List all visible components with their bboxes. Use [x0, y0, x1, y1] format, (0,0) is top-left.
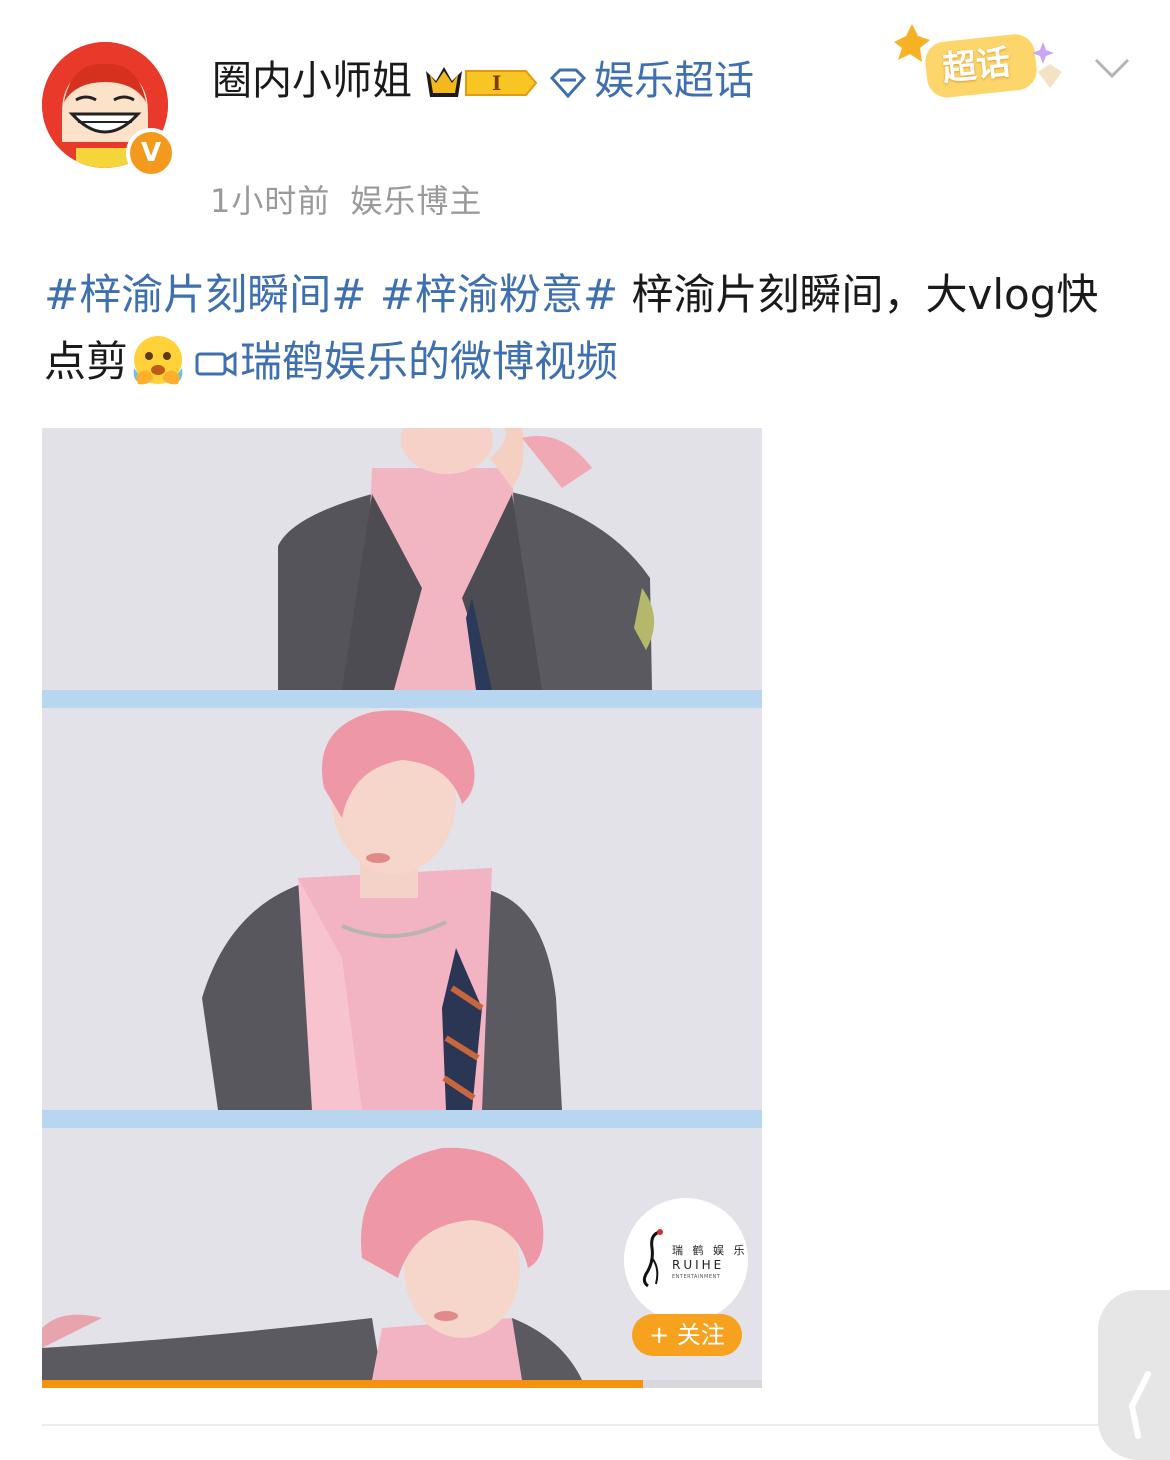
watermark-cn: 瑞 鹤 娱 乐: [672, 1244, 748, 1257]
video-link[interactable]: 瑞鹤娱乐的微博视频: [240, 337, 618, 386]
video-frame-2: [42, 708, 762, 1110]
author-role: 娱乐博主: [350, 182, 483, 220]
crying-emoji-icon: [128, 328, 188, 388]
post-body: #梓渝片刻瞬间# #梓渝粉意# 梓渝片刻瞬间，大vlog快点剪 瑞鹤娱乐的微博视…: [44, 262, 1104, 395]
level-badge-text: I: [492, 71, 501, 95]
frame-divider: [42, 1110, 762, 1128]
ruihe-watermark: 瑞 鹤 娱 乐 RUIHE ENTERTAINMENT: [624, 1198, 748, 1322]
super-topic-link[interactable]: 娱乐超话: [594, 58, 754, 104]
post-time: 1小时前: [210, 182, 331, 220]
post-meta: 1小时前 娱乐博主: [210, 176, 482, 222]
follow-button[interactable]: + 关注: [632, 1314, 742, 1356]
video-player[interactable]: 瑞 鹤 娱 乐 RUIHE ENTERTAINMENT + 关注: [42, 428, 762, 1388]
watermark-sub: ENTERTAINMENT: [672, 1274, 721, 1280]
crown-icon[interactable]: I: [422, 61, 540, 105]
author-header: 圈内小师姐 I 娱乐超话: [212, 48, 772, 114]
post-divider: [42, 1424, 1170, 1426]
verified-badge-icon: V: [126, 128, 176, 178]
hashtag-link[interactable]: #梓渝粉意#: [380, 270, 618, 319]
super-topic-badge-label: 超话: [940, 42, 1013, 90]
watermark-en: RUIHE: [672, 1258, 725, 1272]
video-frame-1: [42, 428, 762, 690]
video-progress-bar[interactable]: [42, 1380, 762, 1388]
video-camera-icon: [194, 348, 238, 380]
chevron-down-icon[interactable]: [1092, 54, 1132, 82]
frame-divider: [42, 690, 762, 708]
diamond-icon: [548, 68, 588, 98]
hashtag-link[interactable]: #梓渝片刻瞬间#: [44, 270, 366, 319]
video-progress-fill: [42, 1380, 644, 1388]
super-topic-badge[interactable]: 超话: [890, 24, 1070, 104]
back-arrow-icon: [1128, 1371, 1151, 1439]
author-name[interactable]: 圈内小师姐: [212, 58, 412, 104]
crane-logo-icon: [642, 1229, 663, 1288]
